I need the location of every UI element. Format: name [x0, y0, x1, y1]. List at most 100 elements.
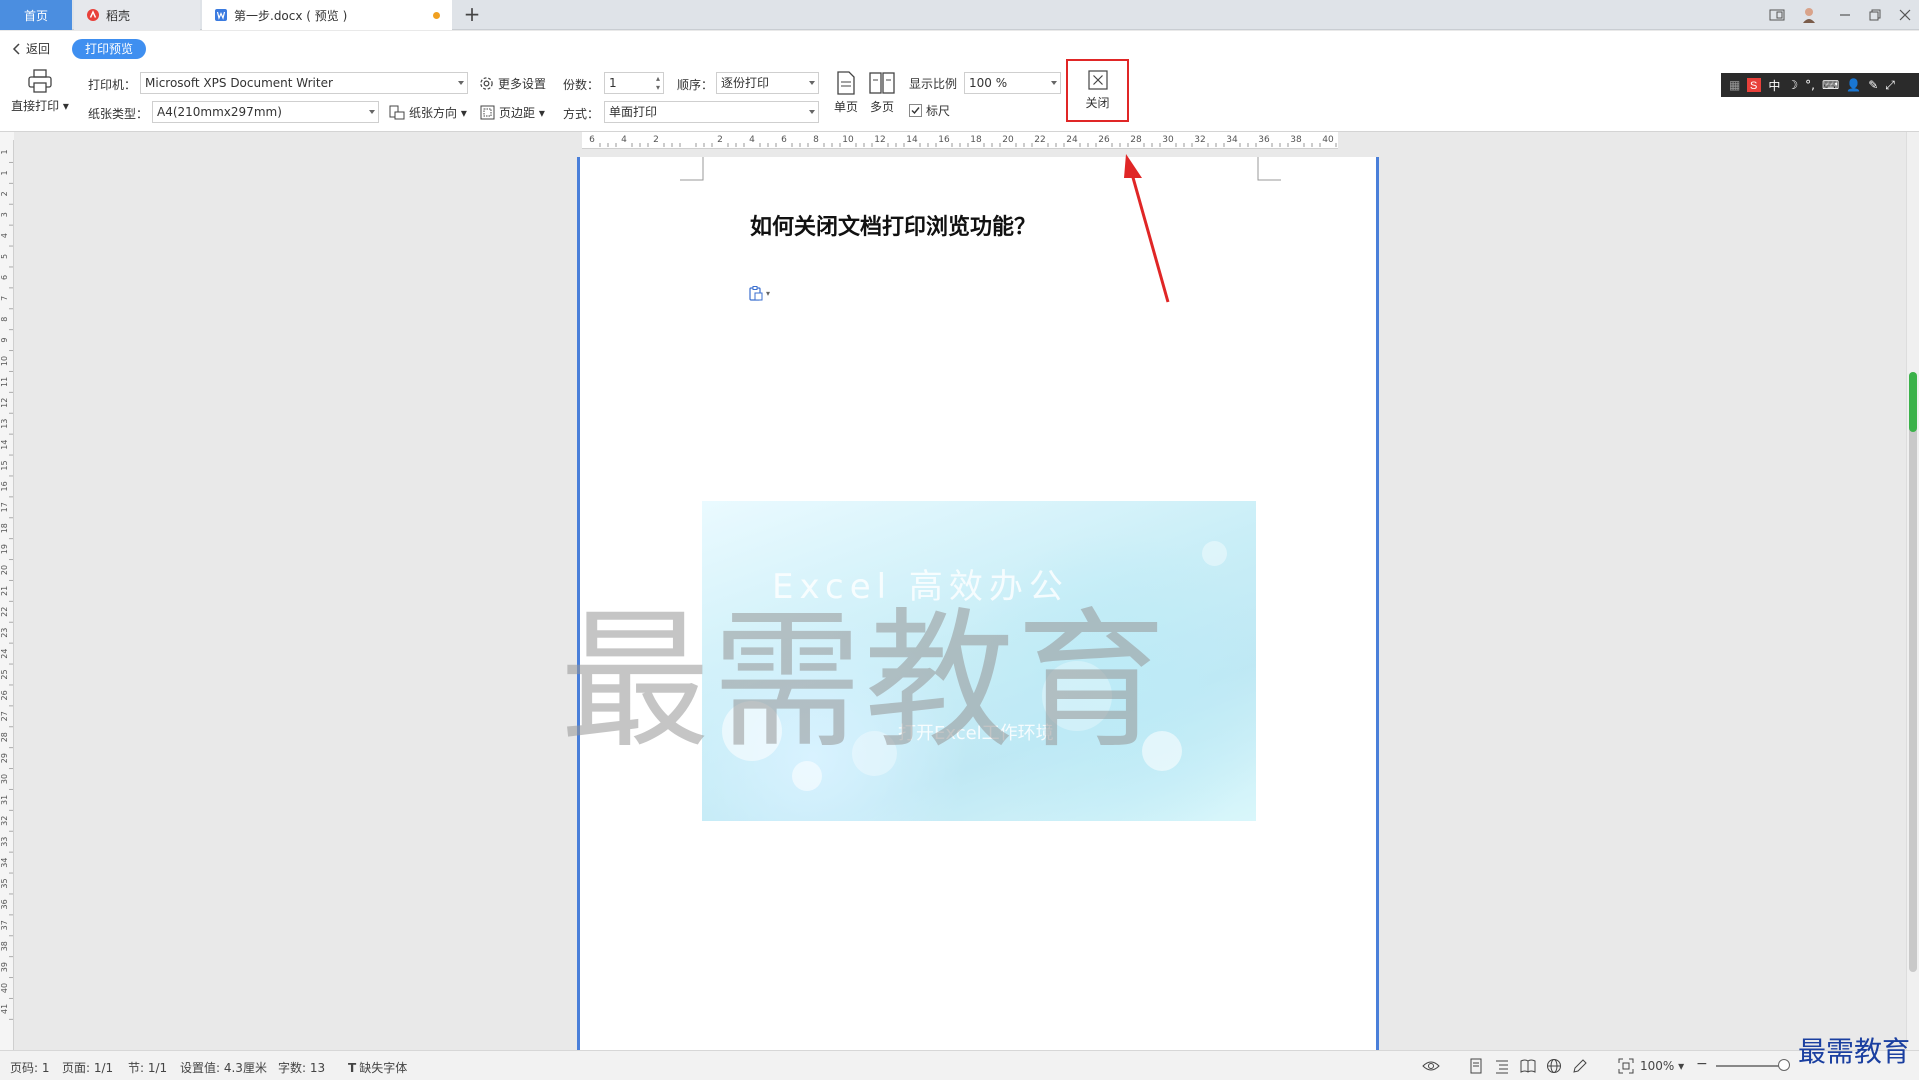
page-count[interactable]: 页面: 1/1 [62, 1059, 113, 1076]
orientation-button[interactable]: 纸张方向 ▾ [389, 104, 467, 121]
ruler-tick-label: 33 [0, 837, 9, 847]
word-count[interactable]: 字数: 13 [278, 1059, 325, 1076]
ruler-tick-label: 16 [938, 135, 950, 145]
ruler-tick-label: 20 [0, 565, 9, 575]
moon-icon: ☽ [1787, 78, 1799, 92]
close-window-icon[interactable] [1896, 6, 1914, 24]
status-bar: 页码: 1 页面: 1/1 节: 1/1 设置值: 4.3厘米 字数: 13 T… [0, 1050, 1919, 1080]
font-warning-icon: T [348, 1060, 357, 1075]
ruler-tick-label: 10 [0, 356, 9, 366]
web-view-icon[interactable] [1546, 1058, 1562, 1074]
ruler-tick-label: 24 [1066, 135, 1078, 145]
tab-docer[interactable]: 稻壳 [74, 0, 200, 30]
ruler-tick-label: 12 [874, 135, 885, 145]
ruler-label: 标尺 [926, 104, 951, 118]
ruler-tick-label: 22 [0, 607, 9, 617]
ruler-tick-label: 2 [717, 135, 723, 145]
zoom-level[interactable]: 100% ▾ [1640, 1059, 1684, 1073]
order-label: 顺序： [677, 78, 714, 92]
vertical-scrollbar[interactable] [1906, 132, 1919, 1050]
zoom-slider-handle[interactable] [1778, 1059, 1790, 1071]
ruler-tick-label: 21 [0, 586, 9, 596]
ruler-tick-label: 12 [0, 398, 9, 408]
fit-page-icon[interactable] [1618, 1058, 1634, 1074]
ruler-tick-label: 5 [0, 254, 9, 259]
pen-icon[interactable] [1572, 1058, 1588, 1074]
ruler-tick-label: 4 [749, 135, 755, 145]
ruler-tick-label: 32 [1194, 135, 1205, 145]
paste-options-button[interactable]: ▾ [748, 285, 770, 301]
eye-protection-icon[interactable] [1422, 1058, 1440, 1074]
tab-home[interactable]: 首页 [0, 0, 72, 30]
punctuation-icon: °, [1805, 78, 1815, 92]
gear-icon [479, 76, 494, 91]
print-mode-select[interactable]: 单面打印 [604, 101, 819, 123]
close-icon [1087, 70, 1108, 90]
horizontal-ruler[interactable]: 6 4 2 2 4 6 8 10 12 14 16 18 20 22 24 26 28 30 32 34 36 38 40 [582, 132, 1338, 149]
ruler-tick-label: 29 [0, 753, 9, 763]
margins-label: 页边距 ▾ [499, 106, 545, 120]
zoom-select[interactable]: 100 % [964, 72, 1061, 94]
missing-font-button[interactable]: T 缺失字体 [348, 1059, 407, 1076]
close-preview-button[interactable]: 关闭 [1066, 59, 1129, 122]
ruler-tick-label: 27 [0, 711, 9, 721]
ime-toolbar[interactable]: ▦ S 中 ☽ °, ⌨ 👤 ✎ ⤢ [1721, 73, 1919, 97]
order-select[interactable]: 逐份打印 [716, 72, 819, 94]
multi-page-label: 多页 [869, 100, 894, 114]
ruler-toggle[interactable]: 标尺 [909, 102, 950, 119]
user-icon: 👤 [1846, 78, 1862, 92]
sogou-icon: S [1747, 78, 1762, 92]
ruler-tick-label: 13 [0, 419, 9, 429]
ruler-tick-label: 25 [0, 669, 9, 679]
restore-icon[interactable] [1866, 6, 1884, 24]
ruler-tick-label: 38 [0, 941, 9, 951]
multi-page-button[interactable]: 多页 [869, 71, 895, 115]
copies-stepper[interactable]: 1 ▴ ▾ [604, 72, 664, 94]
ruler-tick-label: 30 [0, 774, 9, 784]
watermark-text: 最需教育 [560, 595, 1169, 769]
ruler-tick-label: 34 [1226, 135, 1238, 145]
margins-button[interactable]: 页边距 ▾ [480, 104, 545, 121]
ruler-tick-label: 39 [0, 962, 9, 972]
setting-value[interactable]: 设置值: 4.3厘米 [180, 1059, 267, 1076]
layout-icon[interactable] [1768, 6, 1786, 24]
more-settings-button[interactable]: 更多设置 [479, 75, 546, 92]
outline-view-icon[interactable] [1494, 1058, 1510, 1074]
document-heading[interactable]: 如何关闭文档打印浏览功能？ [750, 209, 1036, 241]
back-button[interactable]: 返回 [12, 40, 50, 57]
direct-print-button[interactable]: 直接打印 ▾ [10, 69, 70, 114]
paper-type-select[interactable]: A4(210mmx297mm) [152, 101, 379, 123]
zoom-out-button[interactable]: − [1696, 1056, 1708, 1072]
ruler-tick-label: 6 [589, 135, 595, 145]
single-page-button[interactable]: 单页 [834, 71, 858, 115]
multi-page-icon [869, 71, 895, 95]
ruler-tick-label: 24 [0, 649, 9, 659]
tab-document[interactable]: 第一步.docx ( 预览 ) [202, 0, 452, 30]
ime-mode[interactable]: 中 [1768, 77, 1780, 94]
ruler-tick-label: 37 [0, 920, 9, 930]
ruler-tick-label: 26 [0, 690, 9, 700]
tab-home-label: 首页 [23, 8, 48, 23]
new-tab-button[interactable]: + [462, 4, 482, 25]
reading-view-icon[interactable] [1520, 1058, 1536, 1074]
page-view-icon[interactable] [1468, 1058, 1484, 1074]
keyboard-icon: ⌨ [1821, 78, 1840, 92]
avatar[interactable] [1800, 6, 1818, 24]
page-number[interactable]: 页码: 1 [10, 1059, 50, 1076]
expand-icon: ⤢ [1885, 77, 1895, 92]
section-info[interactable]: 节: 1/1 [128, 1059, 167, 1076]
margin-corner-mark [680, 157, 704, 181]
ruler-tick-label: 17 [0, 502, 9, 512]
ruler-tick-label: 18 [970, 135, 982, 145]
printer-select[interactable]: Microsoft XPS Document Writer [140, 72, 468, 94]
ruler-tick-label: 8 [813, 135, 819, 145]
word-doc-icon [214, 8, 228, 22]
vertical-ruler[interactable]: 1 1 2 3 4 5 6 7 8 9 10 11 12 13 14 15 16 17 18 19 20 21 22 23 24… [0, 140, 14, 1050]
ruler-tick-label: 6 [0, 275, 9, 280]
mode-label: 方式： [563, 107, 600, 121]
scrollbar-thumb[interactable] [1909, 372, 1917, 972]
single-page-label: 单页 [834, 100, 859, 114]
ruler-tick-label: 26 [1098, 135, 1110, 145]
ruler-tick-label: 35 [0, 878, 9, 888]
minimize-icon[interactable] [1836, 6, 1854, 24]
